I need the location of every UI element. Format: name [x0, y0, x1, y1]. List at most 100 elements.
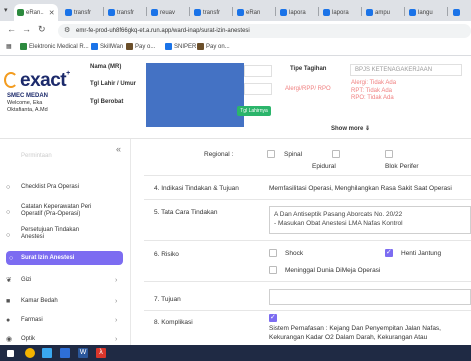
- q5-textarea[interactable]: A Dan Antiseptik Pasang Aborcats No. 20/…: [269, 206, 471, 234]
- shock-label: Shock: [285, 250, 304, 257]
- tab-divider: [361, 7, 362, 16]
- meninggal-checkbox[interactable]: [269, 266, 277, 274]
- bookmark-favicon-icon: [126, 43, 133, 50]
- divider: [144, 310, 471, 311]
- blok-perifer-checkbox[interactable]: [385, 150, 393, 158]
- app-icon[interactable]: [60, 348, 70, 358]
- sidebar-item-surat-izin-anestesi[interactable]: ○ Surat Izin Anestesi: [6, 251, 123, 265]
- tab-label: transfr: [203, 9, 221, 16]
- browser-tab-active[interactable]: eRan.. ✕: [14, 4, 58, 21]
- sidebar-item-permintaan[interactable]: Permintaan: [0, 151, 131, 161]
- tab-favicon-icon: [453, 9, 460, 16]
- browser-tab-strip: ▾ eRan.. ✕ transfr transfr reuav transfr…: [0, 0, 471, 21]
- chevron-right-icon: ›: [115, 316, 118, 324]
- browser-tab[interactable]: reuav: [148, 4, 188, 21]
- pdf-icon[interactable]: λ: [96, 348, 106, 358]
- tab-label: ampu: [375, 9, 391, 16]
- shock-checkbox[interactable]: [269, 249, 277, 257]
- tab-label: transfr: [117, 9, 135, 16]
- tab-favicon-icon: [65, 9, 72, 16]
- file-explorer-icon[interactable]: [42, 348, 52, 358]
- sidebar: « Permintaan ○ Checklist Pra Operasi ○ C…: [0, 139, 131, 345]
- close-icon[interactable]: ✕: [49, 9, 55, 17]
- sidebar-item-label: Catatan Keperawatan Peri Operatif (Pra-O…: [21, 204, 92, 217]
- q5-line: - Masukan Obat Anestesi LMA Nafas Kontro…: [274, 220, 403, 227]
- browser-tab[interactable]: transfr: [105, 4, 145, 21]
- chrome-icon[interactable]: [25, 348, 35, 358]
- forward-icon[interactable]: →: [22, 24, 31, 34]
- sidebar-item-catatan-keperawatan[interactable]: ○ Catatan Keperawatan Peri Operatif (Pra…: [0, 204, 131, 220]
- tab-divider: [275, 7, 276, 16]
- browser-tab[interactable]: lapora: [320, 4, 360, 21]
- word-icon[interactable]: W: [78, 348, 88, 358]
- henti-jantung-checkbox[interactable]: [385, 248, 393, 257]
- browser-tab[interactable]: transfr: [191, 4, 231, 21]
- komplikasi-checkbox[interactable]: [269, 313, 277, 322]
- bookmark-item[interactable]: Pay on...: [197, 43, 230, 50]
- tab-divider: [232, 7, 233, 16]
- chevron-right-icon: ›: [115, 335, 118, 343]
- browser-tab[interactable]: lapora: [277, 4, 317, 21]
- q7-label: 7. Tujuan: [154, 296, 181, 303]
- q6-label: 6. Risiko: [154, 251, 179, 258]
- bed-icon: ■: [6, 297, 11, 305]
- browser-tab[interactable]: langu: [406, 4, 446, 21]
- bookmark-favicon-icon: [197, 43, 204, 50]
- visit-date-label: Tgl Berobat: [90, 99, 124, 105]
- henti-jantung-label: Henti Jantung: [401, 250, 442, 257]
- browser-tab[interactable]: [450, 4, 471, 21]
- sidebar-item-gizi[interactable]: ❦ Gizi ›: [0, 275, 131, 285]
- q8-value-line: Kekurangan Kadar O2 Dalam Darah, Kekuran…: [269, 334, 428, 341]
- sidebar-item-label: Farmasi: [21, 316, 43, 323]
- sidebar-item-kamar-bedah[interactable]: ■ Kamar Bedah ›: [0, 296, 131, 306]
- spinal-checkbox[interactable]: [267, 150, 275, 158]
- address-bar[interactable]: ⚙ emr-fe-prod-uh8f66gkq-et.a.run.app/war…: [58, 24, 471, 38]
- sidebar-item-checklist-pra-operasi[interactable]: ○ Checklist Pra Operasi: [0, 182, 131, 192]
- bookmark-favicon-icon: [20, 43, 27, 50]
- bookmark-item[interactable]: Elektronic Medical R...: [20, 43, 89, 50]
- main-form: Regional : Spinal Epidural Blok Perifer …: [132, 139, 471, 345]
- sidebar-item-persetujuan-anestesi[interactable]: ○ Persetujuan Tindakan Anestesi: [0, 227, 131, 243]
- spinal-label: Spinal: [284, 151, 303, 158]
- tab-label: langu: [418, 9, 433, 16]
- sidebar-item-optik[interactable]: ◉ Optik ›: [0, 334, 131, 344]
- divider: [144, 281, 471, 282]
- sidebar-item-farmasi[interactable]: ● Farmasi ›: [0, 315, 131, 325]
- browser-tab[interactable]: ampu: [363, 4, 403, 21]
- sidebar-item-label: Optik: [21, 335, 36, 342]
- sidebar-item-label: Permintaan: [21, 152, 52, 159]
- sidebar-item-label: Persetujuan Tindakan Anestesi: [21, 227, 80, 240]
- windows-start-icon[interactable]: [7, 350, 14, 357]
- q5-line: A Dan Antiseptik Pasang Aborcats No. 20/…: [274, 211, 403, 218]
- redacted-patient-info: [146, 63, 244, 127]
- reload-icon[interactable]: ↻: [38, 24, 46, 35]
- divider: [144, 240, 471, 241]
- url-text: emr-fe-prod-uh8f66gkq-et.a.run.app/ward-…: [76, 28, 250, 34]
- welcome-role: Oktafianta, A.Md: [7, 106, 48, 113]
- tab-favicon-icon: [17, 9, 24, 16]
- site-info-icon[interactable]: ⚙: [64, 24, 70, 38]
- q7-input[interactable]: [269, 289, 471, 305]
- apps-grid-icon[interactable]: ▦: [6, 43, 12, 50]
- browser-tab[interactable]: transfr: [62, 4, 102, 21]
- q8-value-line: Sistem Pernafasan : Kejang Dan Penyempit…: [269, 325, 441, 332]
- epidural-checkbox[interactable]: [332, 150, 340, 158]
- tab-search-icon[interactable]: ▾: [4, 6, 8, 14]
- allergy-label: Alergi/RPP/ RPO: [285, 86, 331, 92]
- eye-icon: ◉: [6, 336, 13, 343]
- browser-tab[interactable]: eRan: [234, 4, 274, 21]
- tab-label: lapora: [332, 9, 349, 16]
- q8-label: 8. Komplikasi: [154, 319, 193, 326]
- payment-type-label: Tipe Tagihan: [290, 66, 327, 72]
- exact-logo: exact+: [20, 70, 70, 91]
- bookmark-item[interactable]: SkillWan: [91, 43, 123, 50]
- bookmark-item[interactable]: Pay o...: [126, 43, 155, 50]
- tab-favicon-icon: [194, 9, 201, 16]
- tab-favicon-icon: [366, 9, 373, 16]
- bookmark-item[interactable]: SNIPER: [165, 43, 196, 50]
- welcome-text: Welcome, Eka Oktafianta, A.Md: [7, 100, 48, 113]
- birthdate-button[interactable]: Tgl Lahirnya: [237, 106, 271, 116]
- back-icon[interactable]: ←: [7, 24, 16, 34]
- show-more-link[interactable]: Show more ⇓: [331, 125, 370, 132]
- name-label: Nama (MR): [90, 64, 122, 70]
